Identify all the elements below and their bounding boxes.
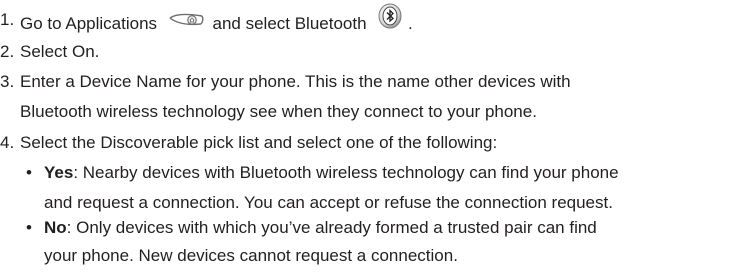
instructions-document: 1. Go to Applications and select Bluetoo… [0, 0, 738, 272]
step-text-line: Bluetooth wireless technology see when t… [20, 102, 537, 121]
step-number: 1. [0, 10, 15, 29]
option-description: : Only devices with which you’ve already… [66, 218, 597, 237]
step-period: . [408, 13, 413, 33]
step-number: 3. [0, 72, 15, 91]
bullet-glyph: • [26, 163, 32, 182]
option-label: No [44, 218, 67, 237]
step-number: 2. [0, 42, 15, 61]
option-description-line: and request a connection. You can accept… [44, 193, 613, 212]
step-text: Select the Discoverable pick list and se… [20, 133, 498, 152]
step-text-line: Enter a Device Name for your phone. This… [20, 72, 571, 91]
option-label: Yes [44, 163, 74, 182]
bluetooth-icon [377, 3, 403, 36]
step-number: 4. [0, 133, 15, 152]
option-description: : Nearby devices with Bluetooth wireless… [73, 163, 619, 182]
bullet-glyph: • [26, 218, 32, 237]
applications-icon [168, 10, 204, 35]
option-description-line: your phone. New devices cannot request a… [44, 246, 458, 265]
step-text: Select On. [20, 42, 100, 61]
step-text: Go to Applications [20, 13, 158, 33]
step-text-continued: and select Bluetooth [212, 13, 367, 33]
